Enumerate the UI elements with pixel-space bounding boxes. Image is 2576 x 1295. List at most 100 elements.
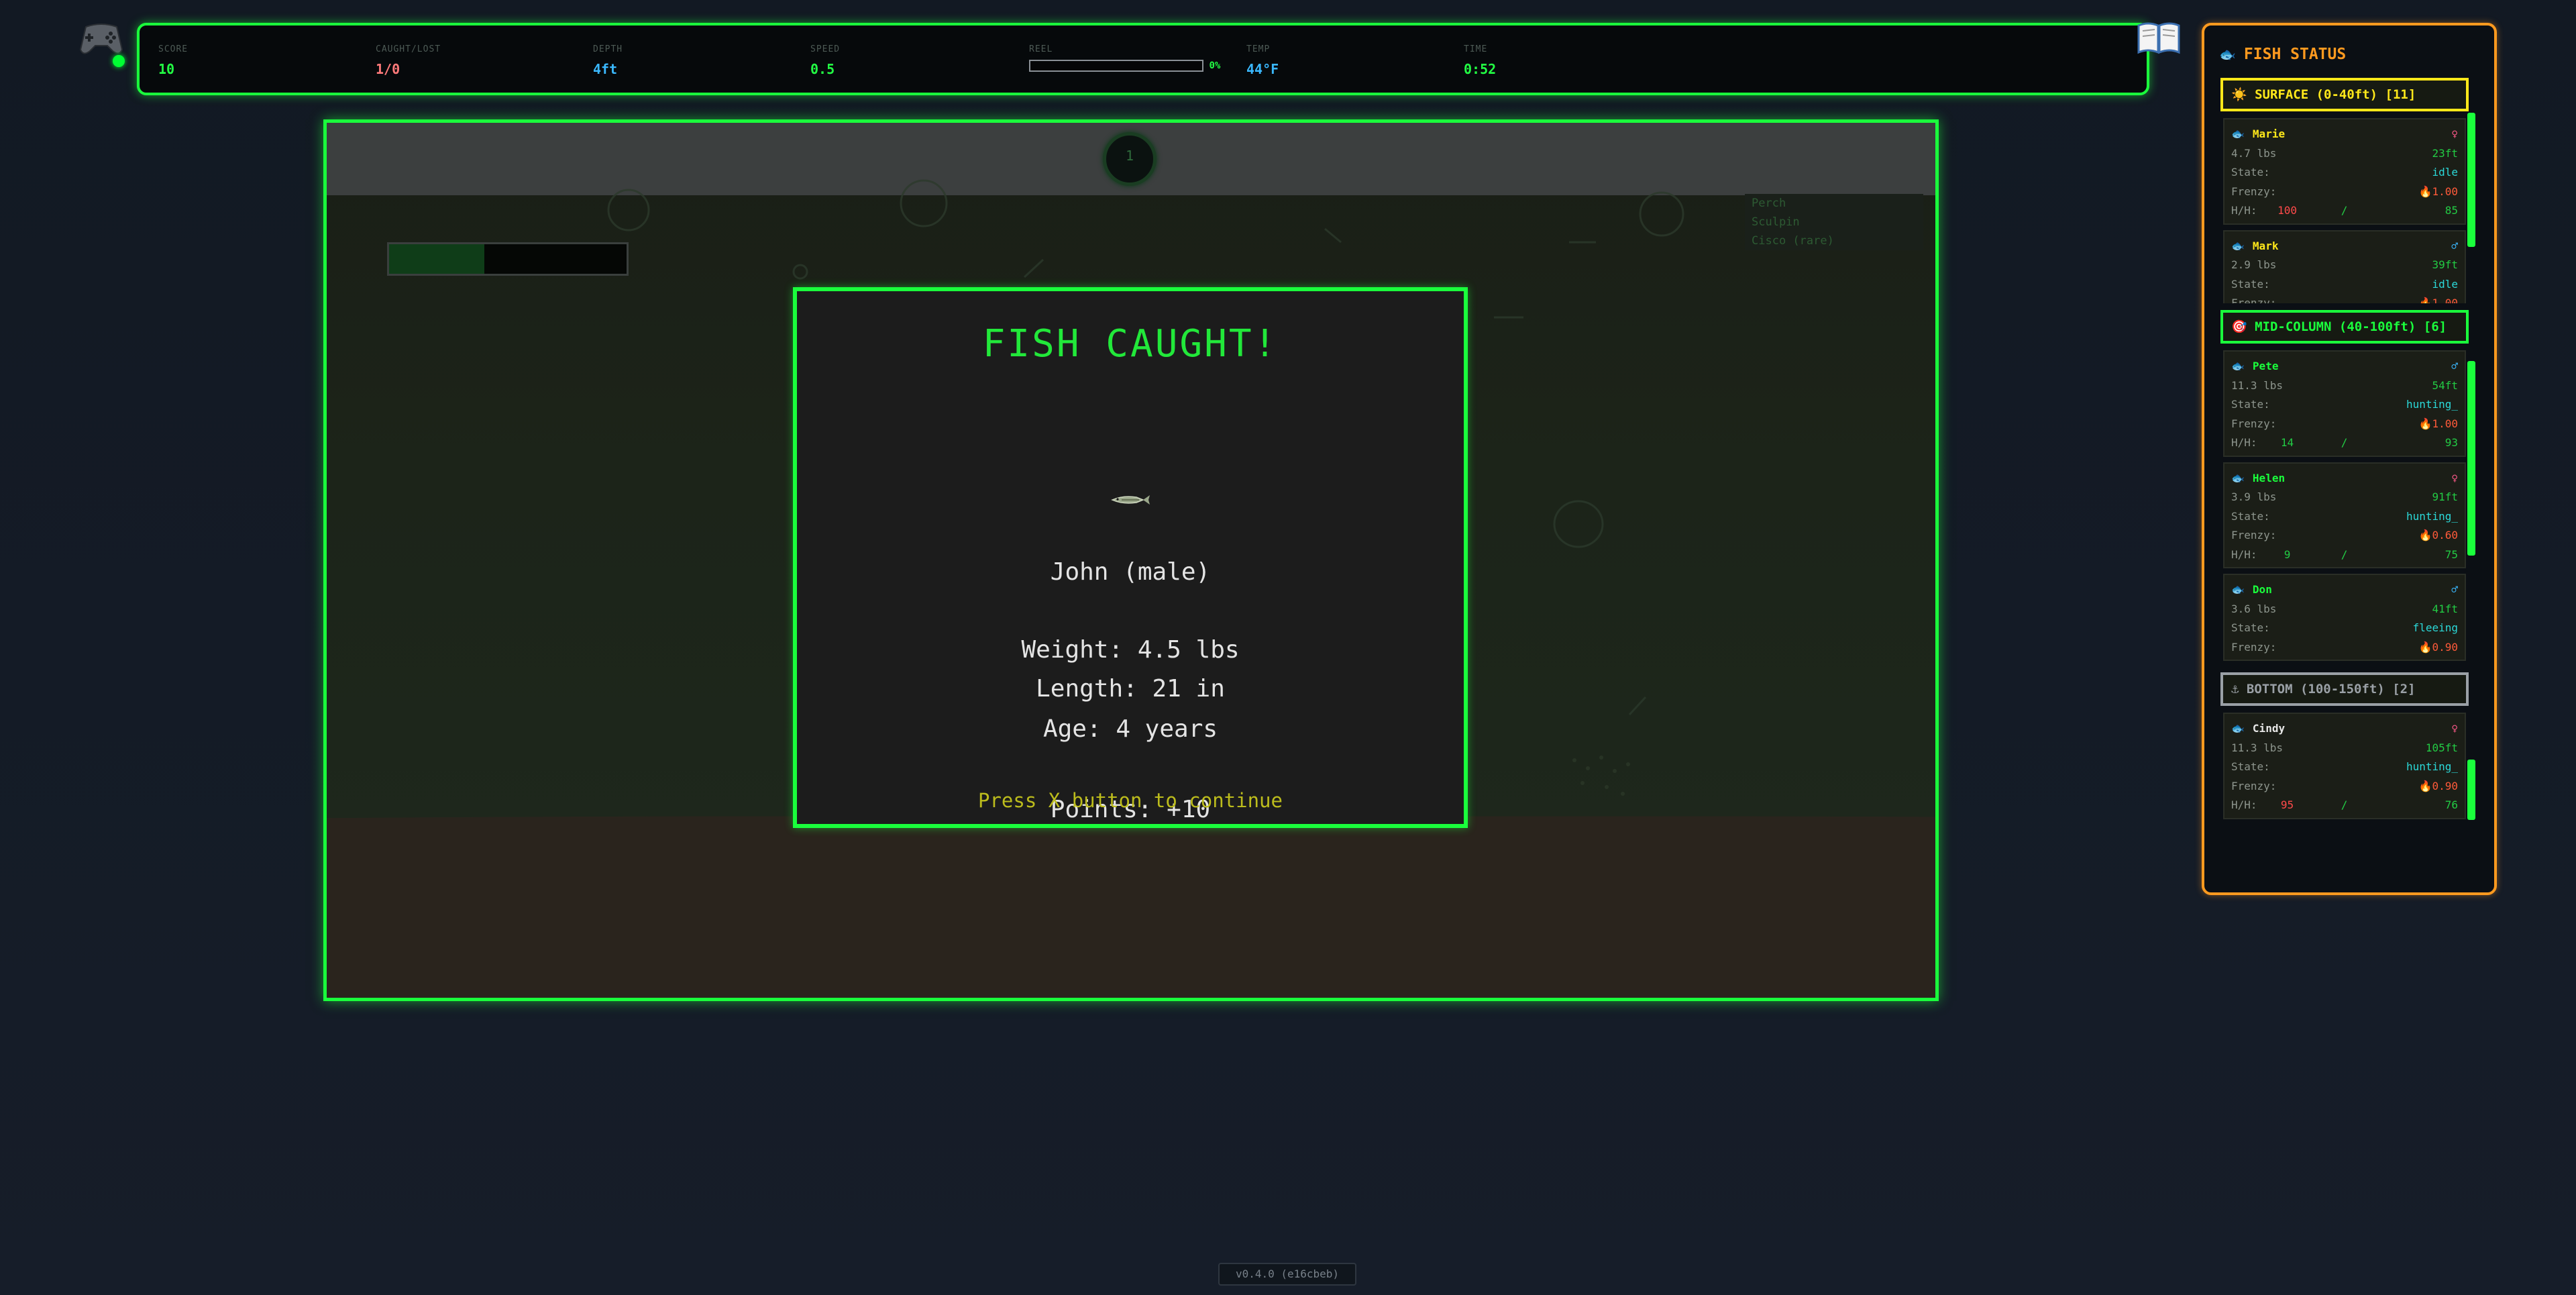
fish-card[interactable]: 🐟 Mark ♂ 2.9 lbs 39ft State: idle Frenzy: 🔥1.00 — [2223, 229, 2466, 303]
connected-indicator — [113, 55, 125, 67]
state-label: State: — [2231, 398, 2270, 411]
fish-section: ⚓ BOTTOM (100-150ft) [2] 🐟 Cindy ♀ 11.3 lbs 1… — [2220, 672, 2469, 825]
frenzy-label: Frenzy: — [2231, 297, 2277, 303]
age-line: Age: 4 years — [1042, 715, 1218, 743]
fish-name: Cindy — [2252, 722, 2286, 735]
fish-name: Mark — [2252, 239, 2279, 252]
fish-health: 93 — [2445, 436, 2458, 449]
depth-label: DEPTH — [593, 44, 623, 54]
fish-state: hunting_ — [2406, 509, 2458, 523]
fish-depth: 105ft — [2425, 741, 2458, 754]
bottom-scrollbar[interactable] — [2467, 760, 2475, 820]
caught-lost-value: 1/0 — [376, 61, 400, 77]
fish-sex: ♂ — [2451, 239, 2458, 252]
fish-status-title-text: FISH STATUS — [2243, 46, 2347, 63]
caught-fish-icon — [1110, 493, 1151, 510]
fish-depth: 54ft — [2432, 378, 2458, 392]
gamepad-icon[interactable] — [79, 20, 125, 68]
temp-stat: TEMP 44°F — [1246, 44, 1279, 77]
fish-name: Helen — [2252, 471, 2286, 484]
fish-weight: 11.3 lbs — [2231, 741, 2284, 754]
fish-health: 76 — [2445, 798, 2458, 811]
state-label: State: — [2231, 760, 2270, 773]
time-stat: TIME 0:52 — [1464, 44, 1496, 77]
fish-health: 75 — [2445, 548, 2458, 561]
hh-label: H/H: — [2231, 436, 2257, 449]
fish-frenzy: 🔥1.00 — [2418, 297, 2458, 303]
fish-frenzy: 🔥0.90 — [2418, 779, 2458, 792]
temp-value: 44°F — [1246, 61, 1279, 77]
fish-frenzy: 🔥1.00 — [2418, 417, 2458, 430]
depth-stat: DEPTH 4ft — [593, 44, 623, 77]
caught-lost-label: CAUGHT/LOST — [376, 44, 441, 54]
fish-depth: 91ft — [2432, 490, 2458, 503]
depth-value: 4ft — [593, 61, 618, 77]
fish-icon: 🐟 — [2231, 471, 2245, 484]
fish-card[interactable]: 🐟 Helen ♀ 3.9 lbs 91ft State: hunting_ Frenzy: 🔥… — [2223, 462, 2466, 568]
hh-separator: / — [2341, 204, 2348, 217]
fish-status-panel[interactable]: 🐟 FISH STATUS ☀️ SURFACE (0-40ft) [11] 🐟 Ma… — [2202, 23, 2497, 895]
fish-name: Don — [2252, 583, 2272, 596]
fish-state: idle — [2432, 166, 2458, 178]
seabed — [327, 826, 1935, 998]
reel-label: REEL — [1029, 44, 1053, 54]
frenzy-label: Frenzy: — [2231, 779, 2277, 792]
reel-value: 0% — [1209, 60, 1221, 71]
dialog-title: FISH CAUGHT! — [982, 322, 1279, 366]
fish-sex: ♀ — [2451, 127, 2458, 140]
temp-label: TEMP — [1246, 44, 1271, 54]
reel-progress-bar — [1029, 60, 1203, 72]
fish-weight: 3.6 lbs — [2231, 602, 2277, 615]
fish-card[interactable]: 🐟 Pete ♂ 11.3 lbs 54ft State: hunting_ Frenzy: 🔥… — [2223, 350, 2466, 457]
fish-sex: ♀ — [2451, 471, 2458, 484]
continue-prompt[interactable]: Press X button to continue — [797, 789, 1464, 812]
speed-value: 0.5 — [810, 61, 835, 77]
surface-scrollbar[interactable] — [2467, 113, 2475, 247]
weight-line: Weight: 4.5 lbs — [1021, 636, 1240, 664]
fish-card[interactable]: 🐟 Marie ♀ 4.7 lbs 23ft State: idle Frenzy: 🔥1.00… — [2223, 118, 2466, 225]
fish-hunger: 100 — [2277, 204, 2297, 217]
fish-section: ☀️ SURFACE (0-40ft) [11] 🐟 Marie ♀ 4.7 lbs 23… — [2220, 78, 2469, 303]
time-value: 0:52 — [1464, 61, 1497, 77]
fish-sex: ♂ — [2451, 360, 2458, 372]
score-label: SCORE — [158, 44, 189, 54]
fish-card[interactable]: 🐟 Don ♂ 3.6 lbs 41ft State: fleeing Frenzy: 🔥0.9… — [2223, 574, 2466, 661]
fish-weight: 3.9 lbs — [2231, 490, 2277, 503]
score-stat: SCORE 10 — [158, 44, 188, 77]
hh-separator: / — [2341, 436, 2348, 449]
fish-icon: 🐟 — [2231, 722, 2245, 735]
fish-weight: 2.9 lbs — [2231, 258, 2277, 271]
section-header[interactable]: ⚓ BOTTOM (100-150ft) [2] — [2220, 672, 2469, 706]
section-fish-list: 🐟 Marie ♀ 4.7 lbs 23ft State: idle Frenzy: 🔥1.00… — [2220, 118, 2469, 303]
fish-name: Marie — [2252, 127, 2286, 140]
fish-state: fleeing — [2412, 621, 2458, 634]
state-label: State: — [2231, 277, 2270, 291]
fish-sex: ♀ — [2451, 722, 2458, 735]
score-value: 10 — [158, 61, 175, 77]
reel-stat: REEL 0% — [1029, 44, 1220, 72]
fish-health: 85 — [2445, 204, 2458, 217]
hh-label: H/H: — [2231, 204, 2257, 217]
fish-weight: 11.3 lbs — [2231, 378, 2284, 392]
fish-card[interactable]: 🐟 Cindy ♀ 11.3 lbs 105ft State: hunting_ Frenzy… — [2223, 713, 2466, 819]
speed-label: SPEED — [810, 44, 841, 54]
fish-caught-dialog: FISH CAUGHT! John (male) Weight: 4.5 lbs… — [793, 287, 1468, 828]
fish-frenzy: 🔥1.00 — [2418, 185, 2458, 198]
time-label: TIME — [1464, 44, 1488, 54]
open-book-icon[interactable] — [2137, 20, 2180, 55]
fish-weight: 4.7 lbs — [2231, 146, 2277, 160]
frenzy-label: Frenzy: — [2231, 529, 2277, 541]
state-label: State: — [2231, 166, 2270, 178]
fish-depth: 41ft — [2432, 602, 2458, 615]
section-header[interactable]: ☀️ SURFACE (0-40ft) [11] — [2220, 78, 2469, 111]
hh-separator: / — [2341, 548, 2348, 561]
speed-stat: SPEED 0.5 — [810, 44, 840, 77]
fish-status-list[interactable]: ☀️ SURFACE (0-40ft) [11] 🐟 Marie ♀ 4.7 lbs 23… — [2220, 78, 2469, 892]
frenzy-label: Frenzy: — [2231, 417, 2277, 430]
hh-label: H/H: — [2231, 548, 2257, 561]
fish-name-line: John (male) — [1050, 558, 1211, 586]
midcolumn-scrollbar[interactable] — [2467, 361, 2475, 556]
section-header[interactable]: 🎯 MID-COLUMN (40-100ft) [6] — [2220, 310, 2469, 344]
hh-separator: / — [2341, 798, 2348, 811]
fish-name: Pete — [2252, 360, 2279, 372]
